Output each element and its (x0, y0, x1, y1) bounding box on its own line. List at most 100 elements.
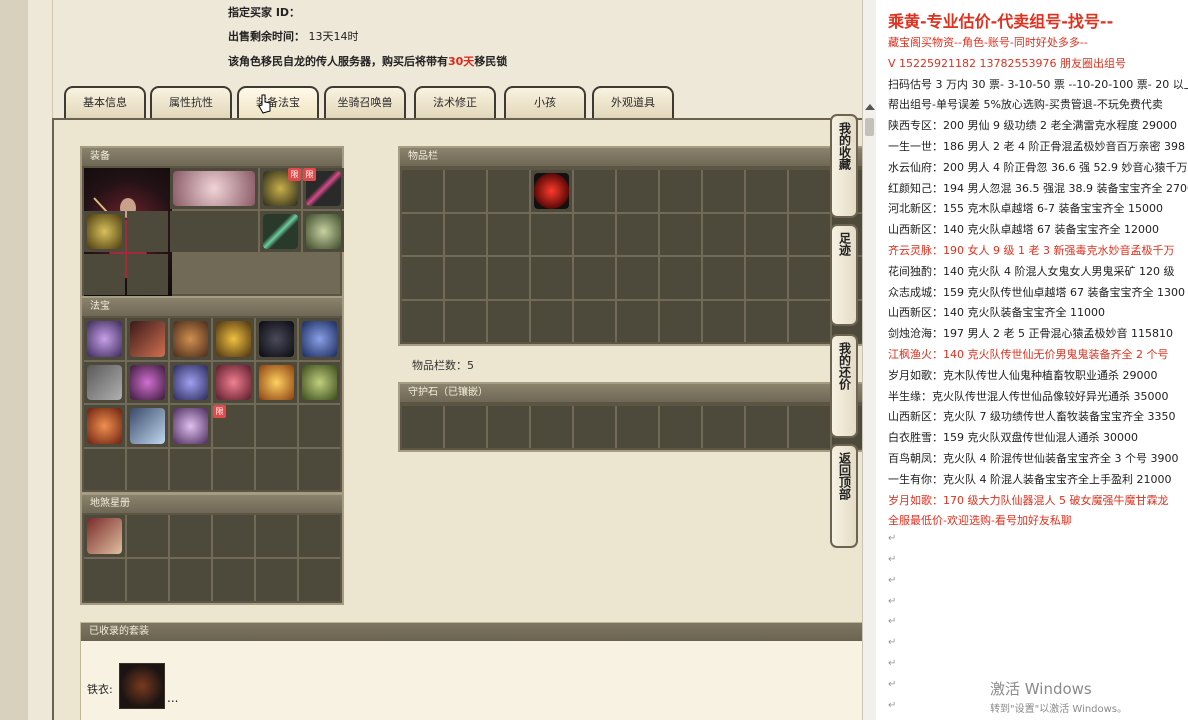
inventory-slot[interactable] (789, 213, 830, 255)
inventory-slot[interactable] (703, 300, 744, 342)
treasure-slot[interactable] (256, 405, 297, 447)
footprint-button[interactable]: 足迹 (830, 224, 858, 326)
treasure-slot[interactable] (299, 448, 340, 490)
map-book-slot[interactable] (170, 559, 211, 601)
inventory-slot[interactable] (445, 170, 486, 212)
inventory-slot[interactable] (488, 213, 529, 255)
guard-stone-slot[interactable] (574, 406, 615, 448)
suit-more[interactable]: ... (167, 691, 178, 705)
page-scrollbar[interactable] (862, 0, 877, 720)
treasure-slot[interactable] (170, 318, 211, 360)
tab-attributes[interactable]: 属性抗性 (150, 86, 232, 118)
equip-slot-empty[interactable] (127, 254, 168, 295)
guard-stone-slot[interactable] (789, 406, 830, 448)
treasure-slot[interactable] (299, 405, 340, 447)
inventory-slot[interactable] (531, 257, 572, 299)
treasure-slot[interactable] (84, 405, 125, 447)
inventory-slot[interactable] (617, 170, 658, 212)
treasure-slot[interactable] (299, 361, 340, 403)
guard-stone-slot[interactable] (488, 406, 529, 448)
guard-stone-slot[interactable] (402, 406, 443, 448)
my-counter-offer-button[interactable]: 我的还价 (830, 334, 858, 438)
inventory-slot[interactable] (746, 300, 787, 342)
inventory-slot[interactable] (531, 300, 572, 342)
inventory-slot[interactable] (574, 257, 615, 299)
treasure-slot[interactable] (256, 448, 297, 490)
inventory-slot[interactable] (703, 257, 744, 299)
treasure-slot[interactable] (213, 318, 254, 360)
guard-stone-slot[interactable] (660, 406, 701, 448)
treasure-slot[interactable] (256, 361, 297, 403)
back-to-top-button[interactable]: 返回顶部 (830, 444, 858, 548)
map-book-slot[interactable] (170, 515, 211, 557)
map-book-slot[interactable] (213, 559, 254, 601)
guard-stone-slot[interactable] (531, 406, 572, 448)
inventory-slot[interactable] (660, 170, 701, 212)
inventory-slot[interactable] (703, 170, 744, 212)
treasure-slot[interactable] (170, 361, 211, 403)
inventory-slot[interactable] (789, 170, 830, 212)
inventory-slot[interactable] (660, 300, 701, 342)
map-book-slot[interactable] (299, 559, 340, 601)
inventory-slot[interactable] (531, 170, 572, 212)
inventory-slot[interactable] (574, 300, 615, 342)
treasure-slot[interactable] (213, 361, 254, 403)
equip-slot-necklace[interactable]: 限 (260, 168, 301, 209)
inventory-slot[interactable] (445, 213, 486, 255)
scroll-up-icon[interactable] (865, 104, 875, 110)
inventory-slot[interactable] (402, 257, 443, 299)
inventory-slot[interactable] (488, 257, 529, 299)
scroll-thumb[interactable] (865, 118, 874, 136)
inventory-slot[interactable] (402, 213, 443, 255)
treasure-slot[interactable] (127, 405, 168, 447)
treasure-slot[interactable] (127, 318, 168, 360)
treasure-slot[interactable] (170, 448, 211, 490)
guard-stone-slot[interactable] (703, 406, 744, 448)
treasure-slot[interactable] (170, 405, 211, 447)
inventory-slot[interactable] (746, 170, 787, 212)
tab-child[interactable]: 小孩 (504, 86, 586, 118)
inventory-slot[interactable] (531, 213, 572, 255)
equip-slot-empty[interactable] (84, 254, 125, 295)
equip-slot-empty[interactable] (127, 211, 168, 252)
treasure-slot[interactable] (84, 318, 125, 360)
tab-spell-correction[interactable]: 法术修正 (414, 86, 496, 118)
guard-stone-slot[interactable] (445, 406, 486, 448)
inventory-slot[interactable] (703, 213, 744, 255)
inventory-slot[interactable] (617, 213, 658, 255)
equip-slot-robe[interactable] (84, 211, 125, 252)
inventory-slot[interactable] (660, 257, 701, 299)
guard-stone-slot[interactable] (746, 406, 787, 448)
inventory-slot[interactable] (445, 257, 486, 299)
map-book-slot[interactable] (84, 515, 125, 557)
tab-equipment-treasure[interactable]: 装备法宝 (237, 86, 319, 118)
treasure-slot[interactable] (84, 448, 125, 490)
map-book-slot[interactable] (127, 559, 168, 601)
treasure-slot[interactable] (127, 361, 168, 403)
inventory-slot[interactable] (617, 257, 658, 299)
map-book-slot[interactable] (299, 515, 340, 557)
tab-appearance[interactable]: 外观道具 (592, 86, 674, 118)
inventory-slot[interactable] (402, 300, 443, 342)
my-favorites-button[interactable]: 我的收藏 (830, 114, 858, 218)
inventory-slot[interactable] (445, 300, 486, 342)
inventory-slot[interactable] (574, 170, 615, 212)
inventory-slot[interactable] (574, 213, 615, 255)
inventory-slot[interactable] (660, 213, 701, 255)
map-book-slot[interactable] (256, 515, 297, 557)
inventory-slot[interactable] (789, 257, 830, 299)
map-book-slot[interactable] (127, 515, 168, 557)
equip-slot-boots[interactable] (303, 211, 344, 252)
equip-slot-belt[interactable] (260, 211, 301, 252)
equip-slot-flower[interactable] (170, 168, 258, 209)
inventory-slot[interactable] (746, 213, 787, 255)
equip-slot-empty[interactable] (170, 211, 258, 252)
treasure-slot[interactable] (127, 448, 168, 490)
inventory-slot[interactable] (746, 257, 787, 299)
map-book-slot[interactable] (84, 559, 125, 601)
inventory-slot[interactable] (617, 300, 658, 342)
inventory-slot[interactable] (789, 300, 830, 342)
map-book-slot[interactable] (213, 515, 254, 557)
treasure-slot[interactable] (213, 448, 254, 490)
treasure-slot[interactable] (84, 361, 125, 403)
